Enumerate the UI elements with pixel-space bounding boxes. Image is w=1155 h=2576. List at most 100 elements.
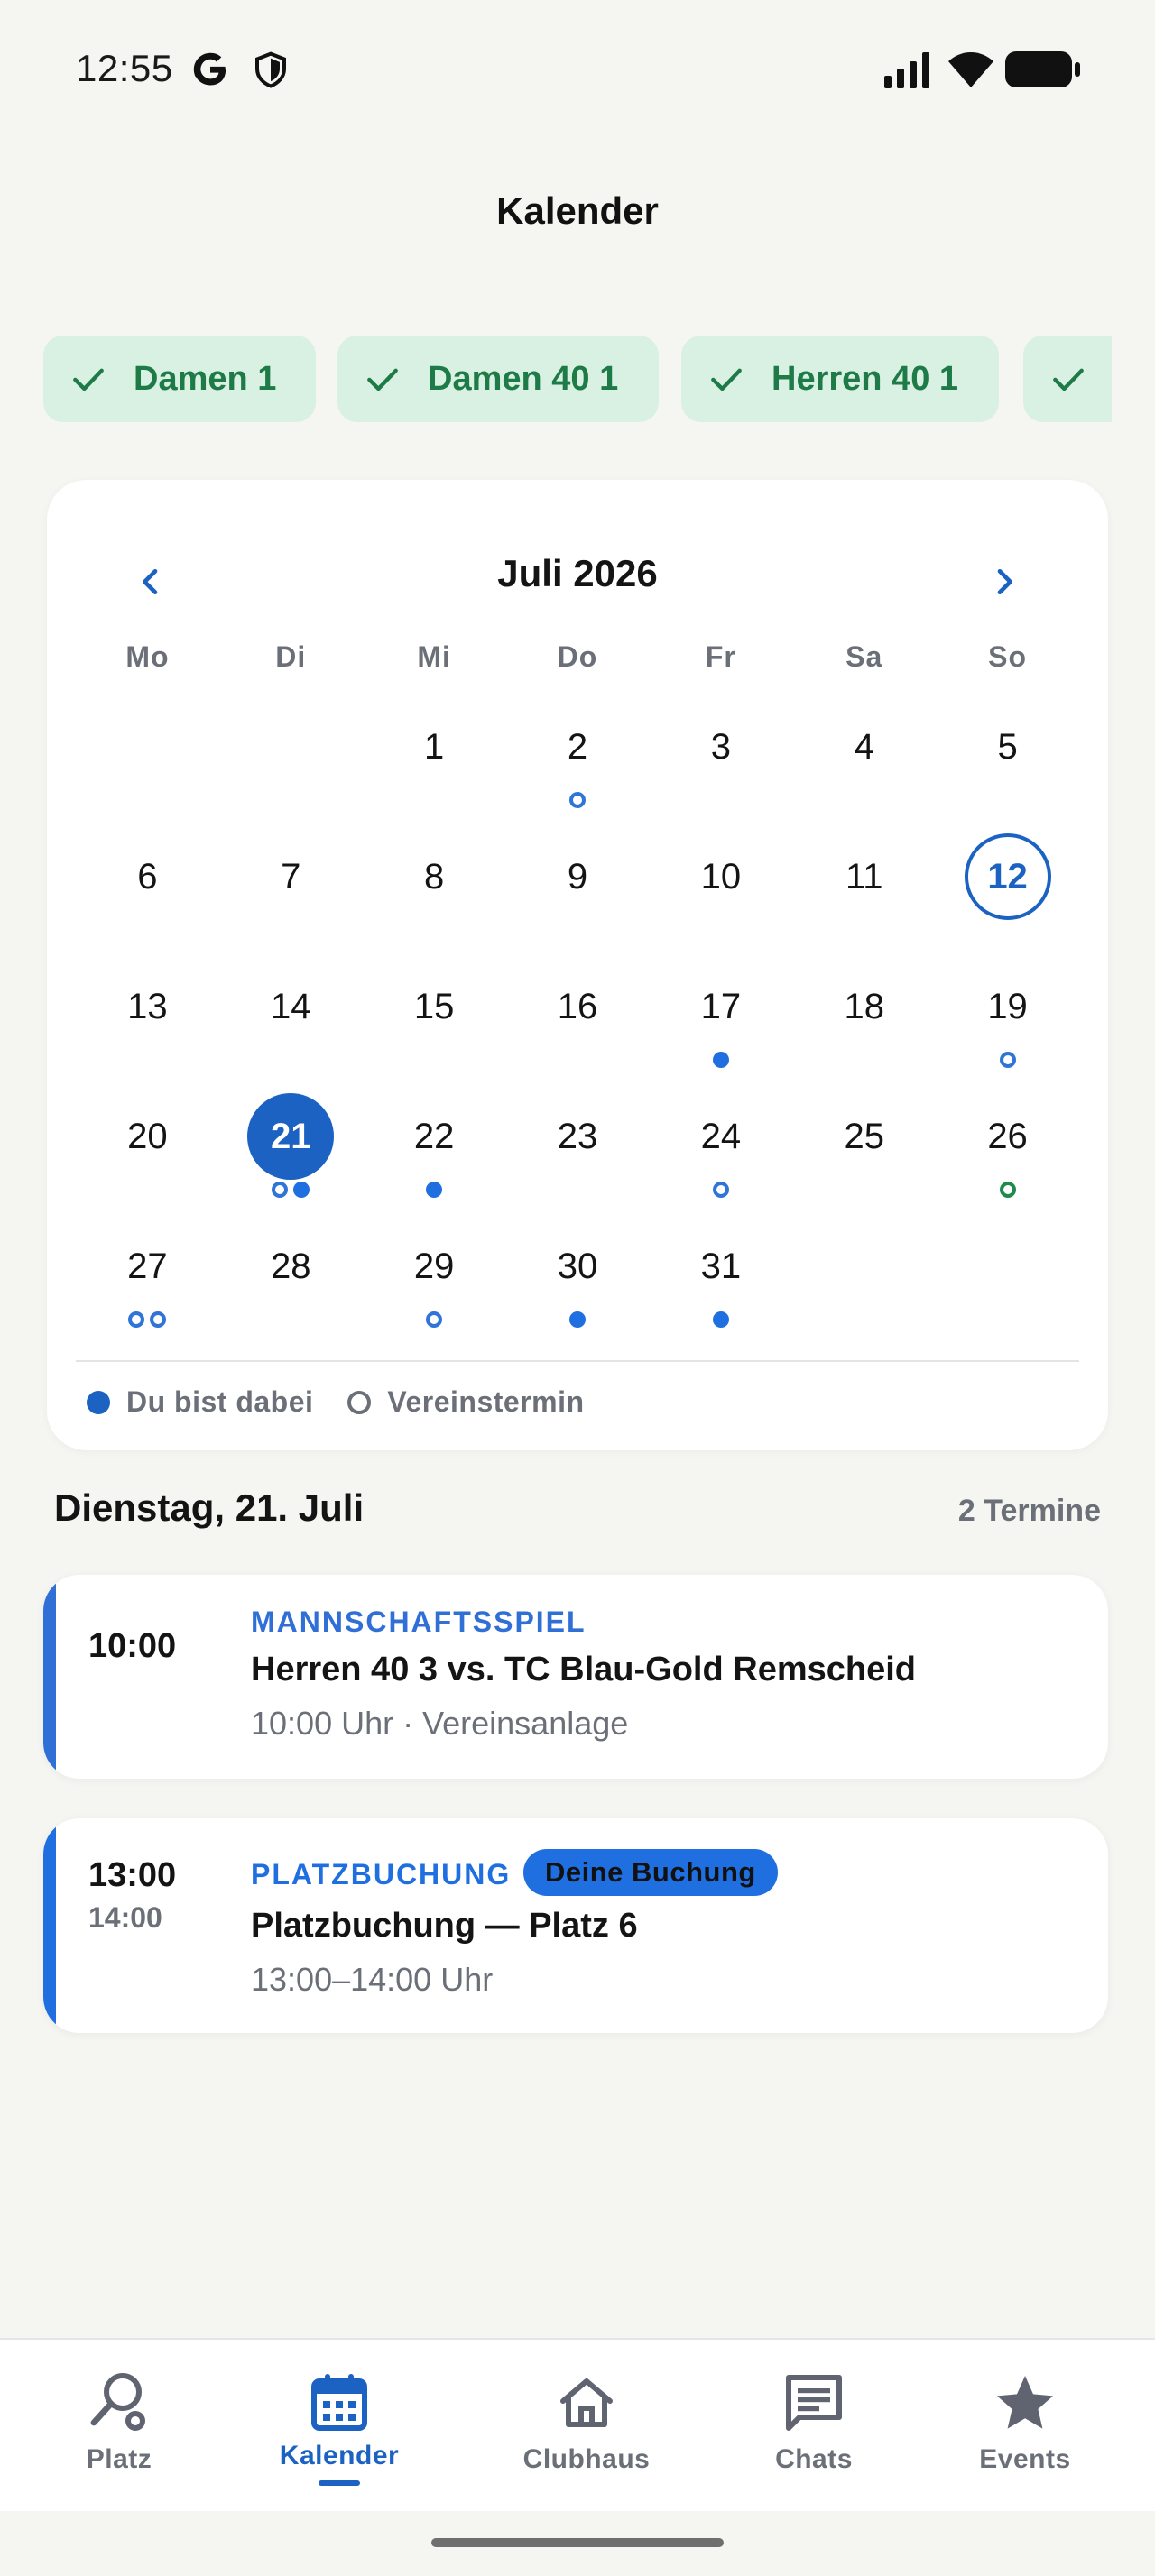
calendar-day-number: 31 [700,1246,742,1286]
calendar-day[interactable]: 8 [363,826,506,956]
event-card[interactable]: 10:00 MANNSCHAFTSSPIEL Herren 40 3 vs. T… [43,1575,1108,1779]
weekday-label: Mi [417,640,451,673]
calendar-day-number: 19 [987,986,1028,1026]
weekday-label: Fr [705,640,736,673]
event-accent-bar [43,1575,56,1779]
club-event-dot-icon [999,1052,1016,1068]
calendar-day[interactable]: 17 [649,956,792,1086]
filter-chip-damen-40-1[interactable]: Damen 40 1 [337,336,659,422]
calendar-day[interactable]: 22 [363,1086,506,1216]
calendar-icon [311,2374,367,2431]
calendar-day-number: 20 [127,1116,168,1156]
calendar-day[interactable]: 29 [363,1216,506,1346]
event-indicator-dots [128,1311,167,1329]
nav-clubhaus[interactable]: Clubhaus [514,2340,659,2513]
battery-icon [1005,51,1080,87]
event-indicator-dots [999,1052,1016,1070]
calendar-day[interactable]: 19 [936,956,1079,1086]
calendar-day[interactable]: 14 [219,956,363,1086]
filter-chip-damen-1[interactable]: Damen 1 [43,336,316,422]
calendar-day-number: 9 [567,856,588,897]
check-icon [711,368,742,391]
calendar-day[interactable]: 1 [363,696,506,826]
signal-icon [884,52,929,88]
filter-chip-label: Damen 1 [134,359,277,398]
event-title: Platzbuchung — Platz 6 [251,1907,638,1945]
calendar-day-number: 22 [413,1116,455,1156]
event-indicator-dots [426,1182,443,1200]
event-type: MANNSCHAFTSSPIEL [251,1605,587,1638]
calendar-day[interactable]: 9 [506,826,650,956]
filter-chip-herren-40-1[interactable]: Herren 40 1 [681,336,999,422]
calendar-day[interactable]: 23 [506,1086,650,1216]
calendar-day[interactable]: 3 [649,696,792,826]
club-event-dot-icon [568,792,586,808]
nav-platz[interactable]: Platz [56,2340,182,2513]
calendar-day[interactable]: 12 [936,826,1079,956]
calendar-day[interactable]: 15 [363,956,506,1086]
calendar-day-number: 6 [137,856,158,897]
calendar-day-number: 15 [413,986,455,1026]
legend-club-event-label: Vereinstermin [387,1385,585,1418]
calendar-day[interactable]: 20 [76,1086,219,1216]
filter-chip-label: Herren 40 1 [772,359,959,398]
event-card[interactable]: 13:00 14:00 PLATZBUCHUNG Deine Buchung P… [43,1818,1108,2033]
event-indicator-dots [568,792,586,810]
weekday-label: Do [557,640,598,673]
weekday-label: Di [275,640,307,673]
calendar-day[interactable]: 7 [219,826,363,956]
event-type: PLATZBUCHUNG [251,1858,512,1891]
event-indicator-dots [712,1311,729,1329]
calendar-day[interactable]: 26 [936,1086,1079,1216]
calendar-day[interactable]: 25 [792,1086,936,1216]
calendar-day[interactable]: 5 [936,696,1079,826]
calendar-day-number: 7 [281,856,301,897]
calendar-grid: 1 2 3 4 5 6 7 8 9 10 11 12 13 14 15 16 17 18 19 20 21 22 23 24 2… [76,696,1079,1346]
nav-label: Clubhaus [522,2444,651,2474]
calendar-day[interactable]: 21 [219,1086,363,1216]
calendar-day[interactable]: 30 [506,1216,650,1346]
calendar-day[interactable]: 13 [76,956,219,1086]
home-icon [560,2378,613,2427]
calendar-day[interactable]: 4 [792,696,936,826]
calendar-day[interactable]: 24 [649,1086,792,1216]
calendar-day-number: 30 [557,1246,598,1286]
next-month-button[interactable] [973,550,1036,613]
calendar-day[interactable]: 6 [76,826,219,956]
weekday-label: Mo [125,640,170,673]
weekday-label: Sa [845,640,883,673]
calendar-card: Juli 2026 Mo Di Mi Do Fr Sa So 123456789… [47,480,1108,1450]
event-accent-bar [43,1818,56,2033]
club-event-dot-icon [128,1311,145,1328]
calendar-empty-cell [76,696,219,826]
star-icon [997,2376,1053,2429]
event-end-time: 14:00 [88,1901,162,1934]
filter-chip-more[interactable] [1023,336,1112,422]
home-indicator[interactable] [431,2538,724,2547]
event-subtitle: 13:00–14:00 Uhr [251,1961,494,1998]
calendar-day[interactable]: 10 [649,826,792,956]
nav-chats[interactable]: Chats [751,2340,877,2513]
event-indicator-dots [272,1182,310,1200]
nav-kalender[interactable]: Kalender [276,2340,402,2513]
nav-label: Platz [86,2444,152,2474]
attending-dot-icon [293,1182,310,1198]
calendar-day-number: 4 [854,726,874,767]
calendar-day-number: 28 [271,1246,311,1286]
attending-dot-icon [712,1052,729,1068]
event-subtitle: 10:00 Uhr · Vereinsanlage [251,1705,629,1742]
weekday-header: Mo Di Mi Do Fr Sa So [76,640,1079,674]
calendar-day[interactable]: 18 [792,956,936,1086]
calendar-day[interactable]: 16 [506,956,650,1086]
calendar-day[interactable]: 27 [76,1216,219,1346]
calendar-day[interactable]: 2 [506,696,650,826]
nav-events[interactable]: Events [962,2340,1088,2513]
calendar-day-number: 8 [424,856,445,897]
calendar-day-number: 5 [997,726,1018,767]
team-filter-chips: Damen 1 Damen 40 1 Herren 40 1 [43,336,1112,422]
calendar-day[interactable]: 31 [649,1216,792,1346]
wifi-icon [948,52,993,87]
event-indicator-dots [568,1311,586,1329]
calendar-day[interactable]: 28 [219,1216,363,1346]
calendar-day[interactable]: 11 [792,826,936,956]
